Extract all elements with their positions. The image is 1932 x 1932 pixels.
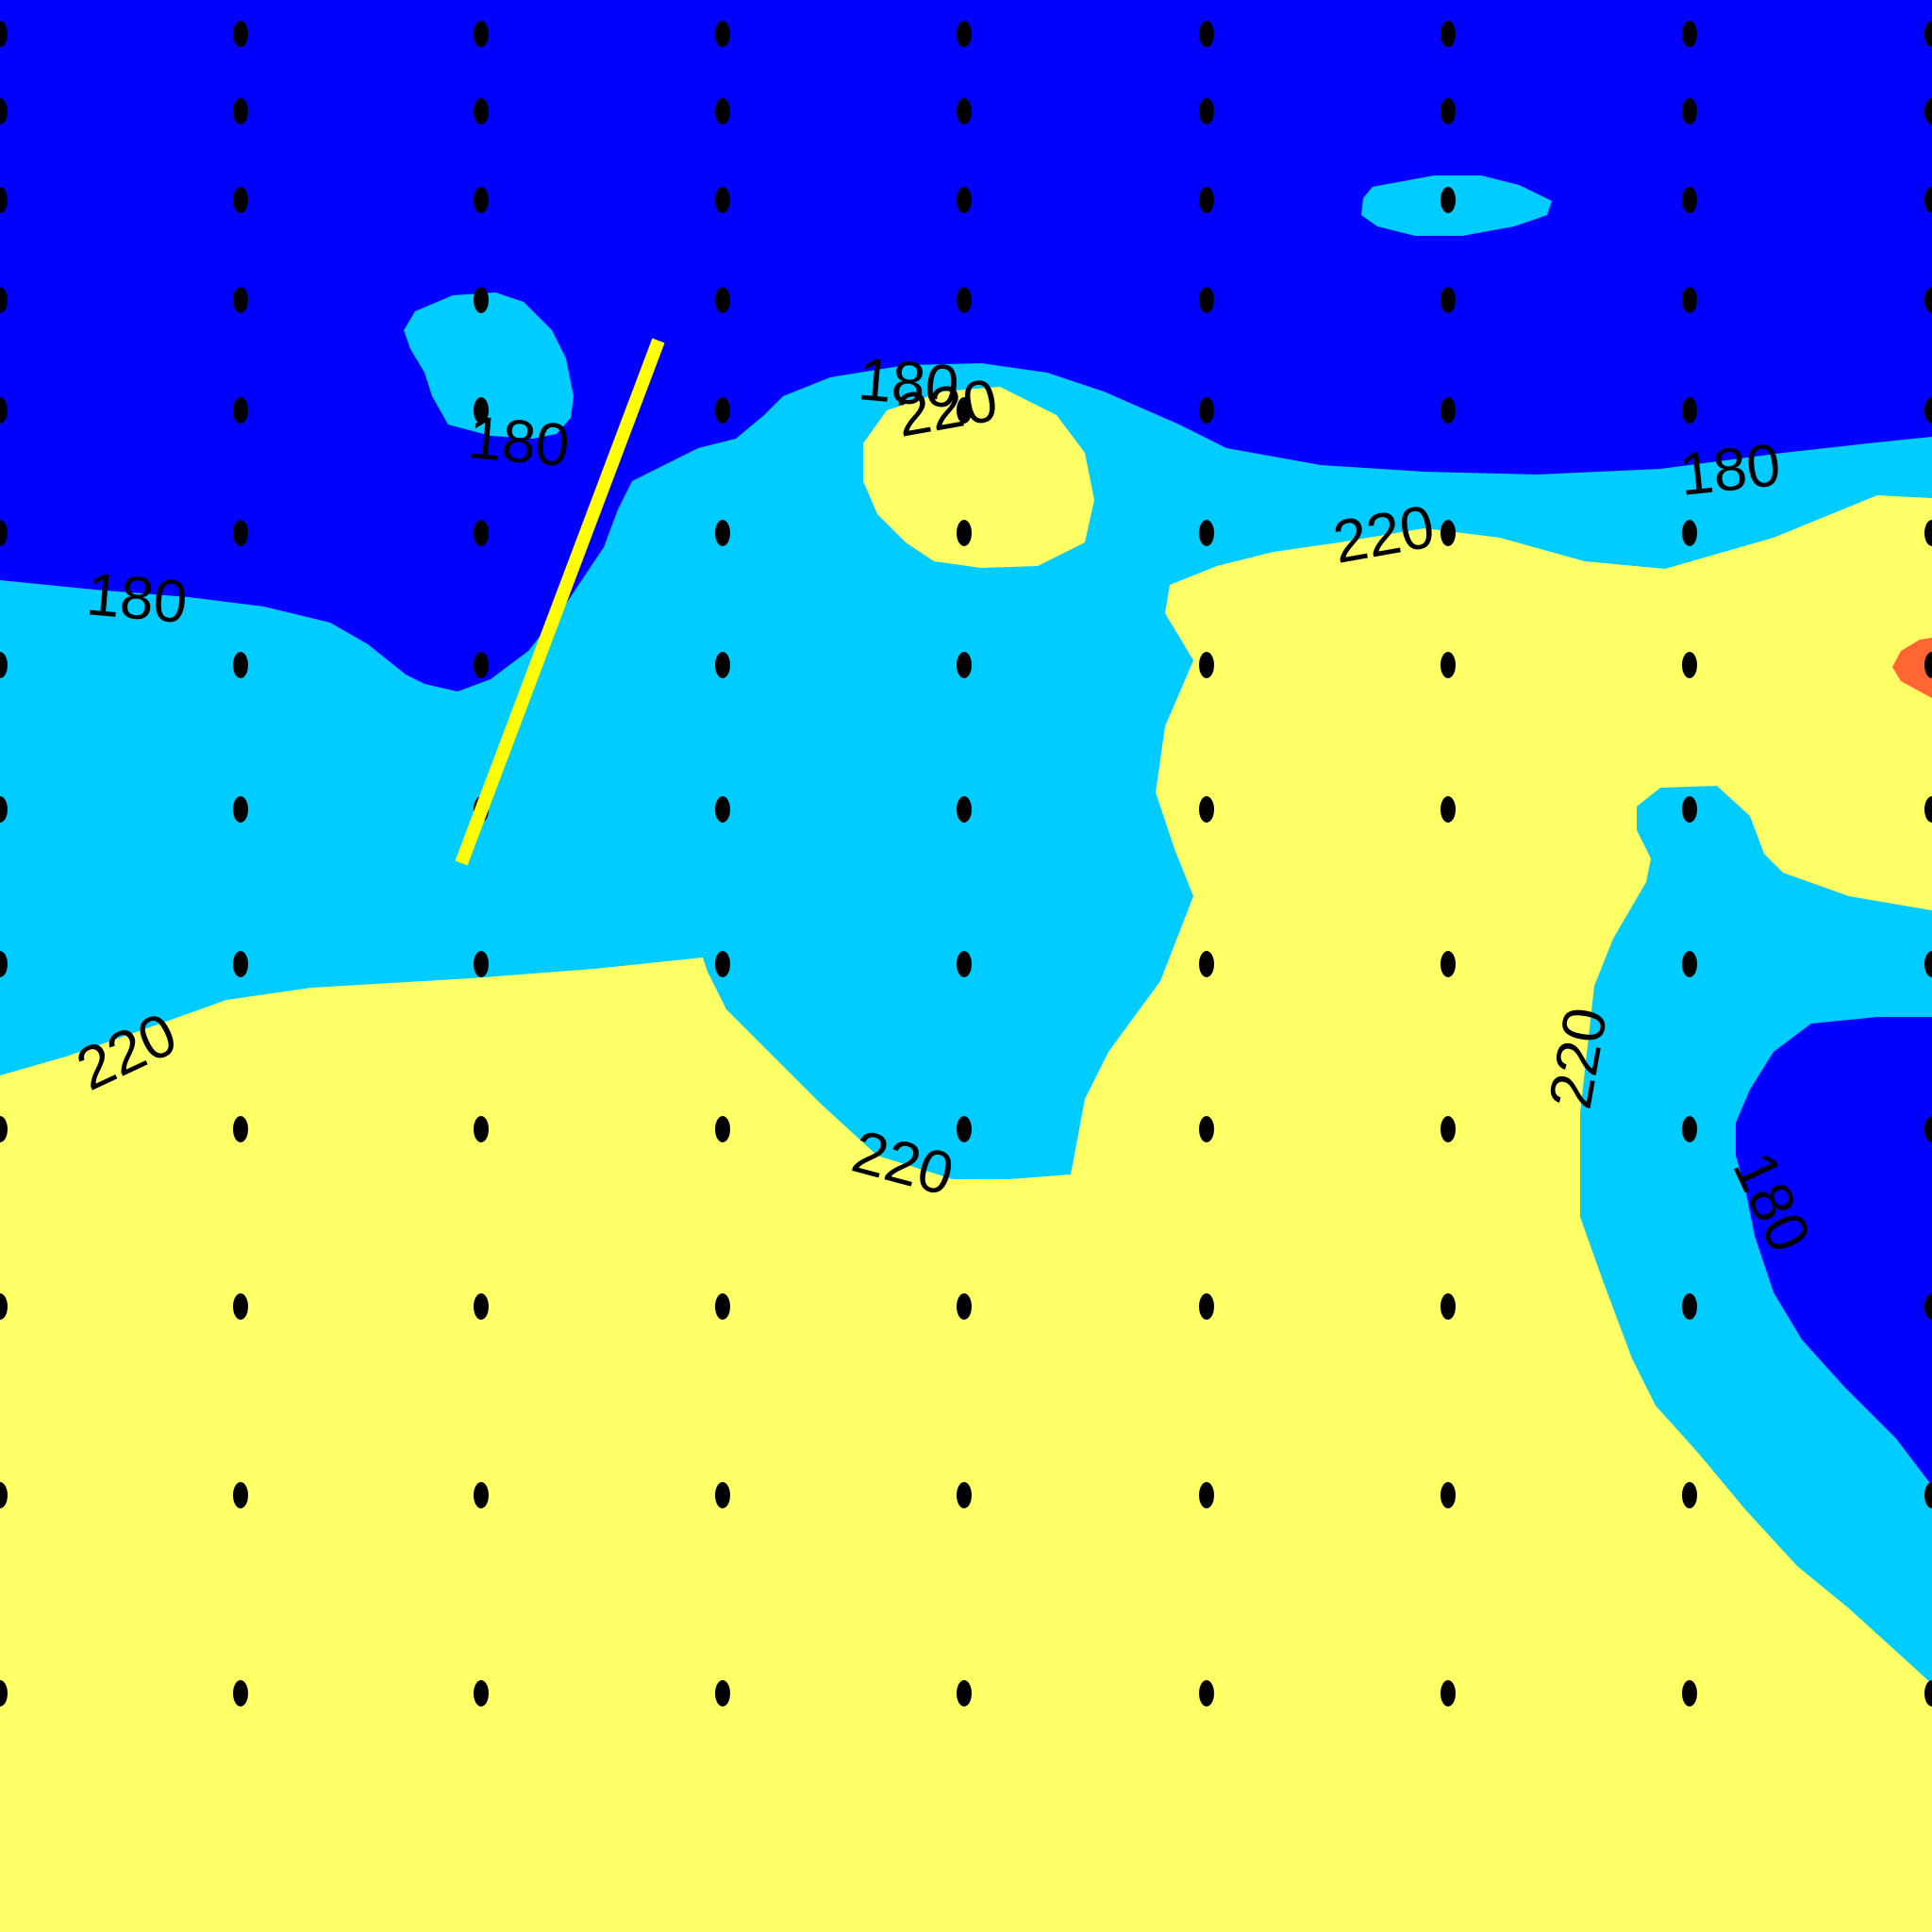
station-dot	[715, 1293, 730, 1320]
station-dot	[1441, 796, 1456, 823]
contour-label-180: 180	[1676, 430, 1784, 508]
station-dot	[1682, 951, 1697, 977]
station-dot	[474, 1116, 489, 1142]
station-dot	[1441, 652, 1456, 678]
station-dot	[1199, 520, 1214, 546]
station-dot	[1682, 187, 1697, 213]
station-dot	[1682, 98, 1697, 125]
contour-label-180: 180	[466, 403, 573, 479]
station-dot	[715, 1680, 730, 1707]
station-dot	[715, 287, 730, 313]
station-dot	[474, 98, 489, 125]
station-dot	[1441, 187, 1456, 213]
station-dot	[1199, 1482, 1214, 1508]
station-dot	[957, 287, 972, 313]
station-dot	[1441, 951, 1456, 977]
station-dot	[715, 652, 730, 678]
station-dot	[233, 1680, 248, 1707]
station-dot	[1199, 397, 1214, 424]
station-dot	[715, 796, 730, 823]
station-dot	[957, 520, 972, 546]
station-dot	[1441, 1293, 1456, 1320]
station-dot	[1682, 796, 1697, 823]
station-dot	[715, 520, 730, 546]
station-dot	[957, 98, 972, 125]
station-dot	[474, 1482, 489, 1508]
station-dot	[1199, 187, 1214, 213]
station-dot	[233, 796, 248, 823]
station-dot	[1199, 98, 1214, 125]
station-dot	[474, 1680, 489, 1707]
station-dot	[233, 1482, 248, 1508]
station-dot	[474, 520, 489, 546]
station-dot	[474, 21, 489, 47]
station-dot	[474, 187, 489, 213]
station-dot	[1199, 1680, 1214, 1707]
station-dot	[233, 187, 248, 213]
station-dot	[474, 951, 489, 977]
station-dot	[957, 652, 972, 678]
station-dot	[1682, 287, 1697, 313]
station-dot	[1682, 1293, 1697, 1320]
contour-map: 180 180 180 180 180 220 220 220 220 220	[0, 0, 1932, 1932]
station-dot	[957, 1680, 972, 1707]
station-dot	[233, 21, 248, 47]
station-dot	[1199, 1293, 1214, 1320]
station-dot	[1441, 520, 1456, 546]
station-dot	[233, 1293, 248, 1320]
station-dot	[1682, 652, 1697, 678]
station-dot	[1441, 1116, 1456, 1142]
station-dot	[715, 1116, 730, 1142]
station-dot	[233, 520, 248, 546]
station-dot	[1682, 1116, 1697, 1142]
station-dot	[233, 652, 248, 678]
station-dot	[1682, 1680, 1697, 1707]
station-dot	[233, 951, 248, 977]
station-dot	[233, 287, 248, 313]
station-dot	[715, 1482, 730, 1508]
station-dot	[1199, 796, 1214, 823]
station-dot	[1199, 652, 1214, 678]
station-dot	[1682, 397, 1697, 424]
station-dot	[1441, 397, 1456, 424]
station-dot	[957, 1482, 972, 1508]
station-dot	[957, 1293, 972, 1320]
station-dot	[957, 1116, 972, 1142]
station-dot	[957, 796, 972, 823]
station-dot	[233, 1116, 248, 1142]
station-dot	[474, 287, 489, 313]
station-dot	[233, 98, 248, 125]
station-dot	[715, 98, 730, 125]
station-dot	[1441, 1680, 1456, 1707]
station-dot	[715, 397, 730, 424]
station-dot	[1441, 21, 1456, 47]
contour-label-180: 180	[84, 559, 191, 636]
station-dot	[1199, 951, 1214, 977]
station-dot	[1682, 520, 1697, 546]
station-dot	[474, 1293, 489, 1320]
station-dot	[1199, 21, 1214, 47]
station-dot	[474, 652, 489, 678]
station-dot	[1441, 1482, 1456, 1508]
station-dot	[957, 951, 972, 977]
station-dot	[1441, 287, 1456, 313]
station-dot	[715, 21, 730, 47]
station-dot	[957, 187, 972, 213]
station-dot	[1441, 98, 1456, 125]
station-dot	[1199, 287, 1214, 313]
station-dot	[1199, 1116, 1214, 1142]
station-dot	[233, 397, 248, 424]
station-dot	[715, 187, 730, 213]
station-dot	[715, 951, 730, 977]
station-dot	[1682, 1482, 1697, 1508]
station-dot	[1682, 21, 1697, 47]
station-dot	[957, 21, 972, 47]
